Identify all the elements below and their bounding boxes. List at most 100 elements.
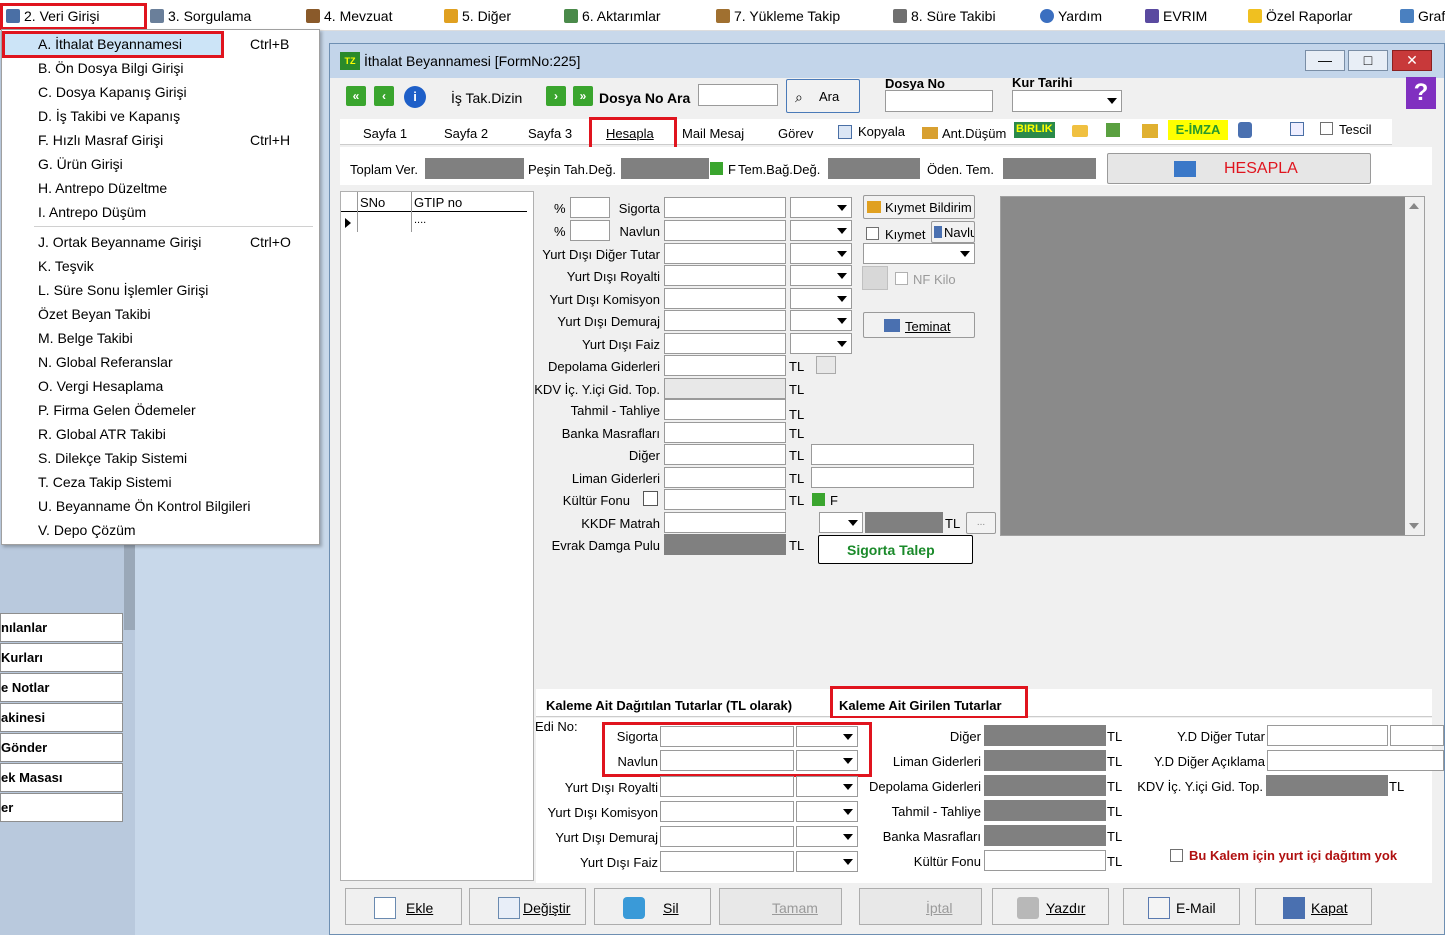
kalem-sigorta-combo[interactable] [796,726,858,747]
kalem-yd-diger-aciklama-input[interactable] [1267,750,1444,771]
ara-button[interactable]: ⌕ Ara [786,79,860,113]
navlun-currency-combo[interactable] [790,220,852,241]
col-gtip[interactable]: GTIP no [414,195,462,210]
grid-cell-gtip[interactable]: .... [414,214,426,226]
left-panel-item[interactable]: Kurları [0,643,123,672]
kultur-input[interactable] [664,489,786,510]
stop-icon[interactable] [643,491,658,506]
kalem-yd-demuraj-combo[interactable] [796,826,858,847]
menu-item-global-atr[interactable]: R. Global ATR Takibi [38,426,166,442]
liman-aciklama-input[interactable] [811,467,974,488]
menu-item-hizli-masraf[interactable]: F. Hızlı Masraf Girişi [38,132,163,148]
birlik-button[interactable]: BIRLIK [1014,122,1055,138]
ekle-button[interactable]: Ekle [345,888,462,925]
navlun-pct-input[interactable] [570,220,610,241]
tab-sayfa2[interactable]: Sayfa 2 [444,126,488,141]
e-imza-button[interactable]: E-İMZA [1168,120,1228,140]
yd-demuraj-currency-combo[interactable] [790,310,852,331]
kalem-yd-royalti-input[interactable] [660,776,794,797]
kalem-tab-dagitilan[interactable]: Kaleme Ait Dağıtılan Tutarlar (TL olarak… [546,698,792,713]
close-button[interactable]: ✕ [1392,50,1432,71]
menu-item-tesvik[interactable]: K. Teşvik [38,258,94,274]
left-panel-item[interactable]: er [0,793,123,822]
menu-sure-takibi[interactable]: 8. Süre Takibi [893,6,996,26]
left-panel-item[interactable]: Gönder [0,733,123,762]
left-scrollbar[interactable] [124,540,135,630]
yazdir-button[interactable]: Yazdır [992,888,1109,925]
banka-input[interactable] [664,422,786,443]
menu-item-belge-takibi[interactable]: M. Belge Takibi [38,330,133,346]
yd-komisyon-input[interactable] [664,288,786,309]
yd-komisyon-currency-combo[interactable] [790,288,852,309]
menu-aktarimlar[interactable]: 6. Aktarımlar [564,6,661,26]
bu-kalem-checkbox[interactable] [1170,849,1183,862]
database-icon[interactable] [1238,122,1252,138]
maximize-button[interactable]: □ [1348,50,1388,71]
yd-diger-tutar-input[interactable] [664,243,786,264]
menu-item-sure-sonu[interactable]: L. Süre Sonu İşlemler Girişi [38,282,208,298]
kalem-yd-diger-currency-input[interactable] [1390,725,1444,746]
yd-faiz-currency-combo[interactable] [790,333,852,354]
kkdf-combo[interactable] [819,512,863,533]
diger-aciklama-input[interactable] [811,444,974,465]
kiymet-combo[interactable] [863,243,975,264]
folder-arrow-icon[interactable] [1142,124,1158,138]
yd-royalti-currency-combo[interactable] [790,265,852,286]
sigorta-currency-combo[interactable] [790,197,852,218]
menu-item-ortak-beyanname[interactable]: J. Ortak Beyanname Girişi [38,234,201,250]
tab-sayfa1[interactable]: Sayfa 1 [363,126,407,141]
depolama-input[interactable] [664,355,786,376]
kalem-yd-faiz-combo[interactable] [796,851,858,872]
col-sno[interactable]: SNo [360,195,385,210]
menu-item-antrepo-dusum[interactable]: I. Antrepo Düşüm [38,204,146,220]
menu-mevzuat[interactable]: 4. Mevzuat [306,6,392,26]
teminat-button[interactable]: Teminat [863,312,975,338]
diger-input[interactable] [664,444,786,465]
is-tak-dizin-label[interactable]: İş Tak.Dizin [451,90,522,106]
tahmil-input[interactable] [664,399,786,420]
kapat-button[interactable]: Kapat [1255,888,1372,925]
menu-veri-girisi[interactable]: 2. Veri Girişi [6,6,99,26]
tab-hesapla[interactable]: Hesapla [606,126,654,141]
kalem-navlun-input[interactable] [660,750,794,771]
tescil-checkbox[interactable] [1320,122,1333,135]
menu-item-beyanname-on-kontrol[interactable]: U. Beyanname Ön Kontrol Bilgileri [38,498,250,514]
kalem-yd-royalti-combo[interactable] [796,776,858,797]
prev-record-button[interactable]: ‹ [374,86,394,106]
kur-tarihi-combo[interactable] [1012,90,1122,112]
tab-sayfa3[interactable]: Sayfa 3 [528,126,572,141]
kalem-yd-komisyon-combo[interactable] [796,801,858,822]
left-panel-item[interactable]: e Notlar [0,673,123,702]
email-button[interactable]: E-Mail [1123,888,1240,925]
kalem-tab-girilen[interactable]: Kaleme Ait Girilen Tutarlar [839,698,1002,713]
menu-evrim[interactable]: EVRIM [1145,6,1207,26]
menu-diger[interactable]: 5. Diğer [444,6,511,26]
menu-item-ithalat[interactable]: A. İthalat Beyannamesi [38,36,182,52]
upload-icon[interactable] [1106,123,1120,137]
menu-item-is-takibi[interactable]: D. İş Takibi ve Kapanış [38,108,180,124]
navlun-input[interactable] [664,220,786,241]
kalem-navlun-combo[interactable] [796,750,858,771]
liman-input[interactable] [664,467,786,488]
calculator-icon[interactable] [816,356,836,374]
kalem-yd-faiz-input[interactable] [660,851,794,872]
menu-ozel-raporlar[interactable]: Özel Raporlar [1248,6,1352,26]
scroll-up-icon[interactable] [1409,203,1419,209]
tab-mail-mesaj[interactable]: Mail Mesaj [682,126,744,141]
left-panel-item[interactable]: ek Masası [0,763,123,792]
menu-yukleme-takip[interactable]: 7. Yükleme Takip [716,6,840,26]
info-icon[interactable]: i [404,86,426,108]
sil-button[interactable]: Sil [594,888,711,925]
minimize-button[interactable]: — [1305,50,1345,71]
dosya-no-input[interactable] [885,90,993,112]
menu-grafik[interactable]: Graf [1400,6,1445,26]
kalem-yd-diger-tutar-input[interactable] [1267,725,1388,746]
menu-item-firma-gelen[interactable]: P. Firma Gelen Ödemeler [38,402,196,418]
kopyala-button[interactable]: Kopyala [858,124,905,139]
left-panel-item[interactable]: nılanlar [0,613,123,642]
last-record-button[interactable]: » [573,86,593,106]
left-panel-item[interactable]: akinesi [0,703,123,732]
ellipsis-button[interactable]: ... [966,512,996,534]
hesapla-button[interactable]: HESAPLA [1107,153,1371,184]
menu-item-vergi-hesaplama[interactable]: O. Vergi Hesaplama [38,378,163,394]
